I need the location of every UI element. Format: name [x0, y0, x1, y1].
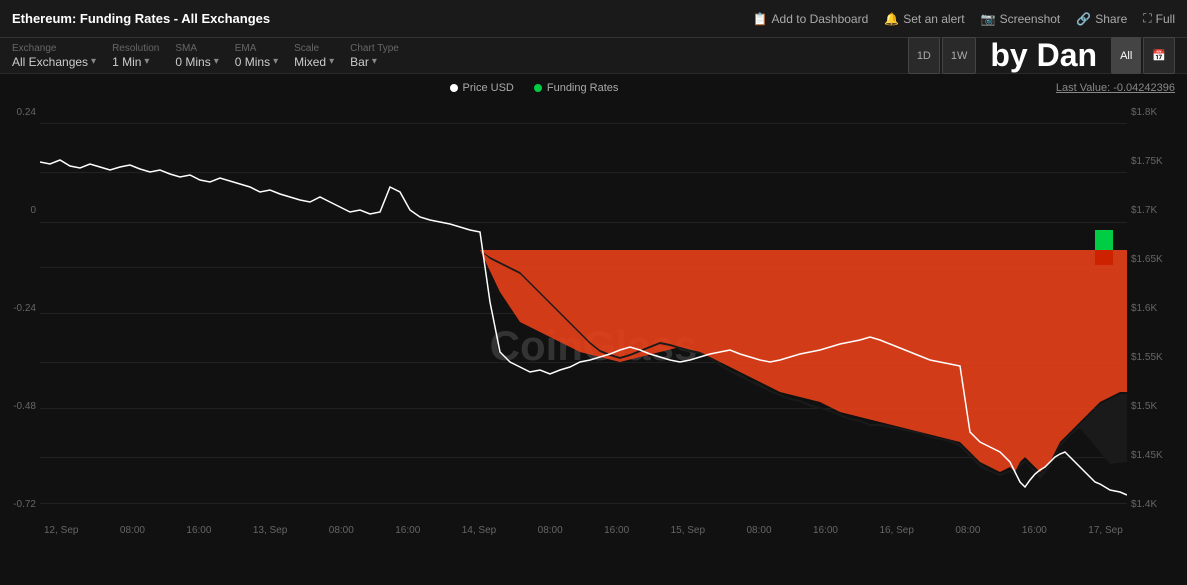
- page-title: Ethereum: Funding Rates - All Exchanges: [12, 11, 270, 26]
- share-button[interactable]: 🔗 Share: [1076, 12, 1127, 26]
- camera-icon: 📷: [981, 12, 996, 26]
- chart-type-selector[interactable]: Chart Type Bar: [350, 43, 399, 69]
- x-label-13: 08:00: [955, 525, 980, 536]
- y-label-right-3: $1.7K: [1131, 205, 1157, 216]
- y-label-right-5: $1.6K: [1131, 303, 1157, 314]
- set-alert-button[interactable]: 🔔 Set an alert: [884, 12, 964, 26]
- y-label-right-6: $1.55K: [1131, 352, 1163, 363]
- scale-dropdown[interactable]: Mixed: [294, 55, 334, 69]
- fullscreen-icon: ⛶: [1143, 11, 1151, 26]
- legend-bar: Price USD Funding Rates Last Value: -0.0…: [0, 74, 1187, 102]
- toolbar: Exchange All Exchanges Resolution 1 Min …: [0, 38, 1187, 74]
- exchange-selector[interactable]: Exchange All Exchanges: [12, 43, 96, 69]
- y-label-left-2: 0: [30, 205, 36, 216]
- x-label-0: 12, Sep: [44, 525, 78, 536]
- x-label-15: 17, Sep: [1088, 525, 1122, 536]
- chart-container: CoinGlass 0.24 0 -0.24 -0.48 -0.72 $1.8K…: [0, 102, 1187, 545]
- x-label-14: 16:00: [1022, 525, 1047, 536]
- y-label-right-8: $1.45K: [1131, 450, 1163, 461]
- add-to-dashboard-button[interactable]: 📋 Add to Dashboard: [753, 12, 869, 26]
- y-label-left-4: -0.48: [13, 401, 36, 412]
- legend-funding-rates: Funding Rates: [534, 82, 619, 94]
- y-label-left-1: 0.24: [17, 107, 36, 118]
- ema-dropdown[interactable]: 0 Mins: [235, 55, 278, 69]
- funding-rates-dot: [534, 84, 542, 92]
- share-icon: 🔗: [1076, 12, 1091, 26]
- red-bar-right: [1095, 250, 1113, 265]
- sma-selector[interactable]: SMA 0 Mins: [175, 43, 218, 69]
- y-label-right-2: $1.75K: [1131, 156, 1163, 167]
- exchange-dropdown[interactable]: All Exchanges: [12, 55, 96, 69]
- x-label-10: 08:00: [747, 525, 772, 536]
- calendar-button[interactable]: 📅: [1143, 37, 1175, 74]
- y-axis-left: 0.24 0 -0.24 -0.48 -0.72: [0, 102, 40, 515]
- resolution-dropdown[interactable]: 1 Min: [112, 55, 159, 69]
- by-dan-label: by Dan: [978, 37, 1109, 74]
- time-1d-button[interactable]: 1D: [908, 37, 940, 74]
- legend-items: Price USD Funding Rates: [450, 82, 619, 94]
- funding-rate-area-negative: [40, 247, 1127, 472]
- sma-dropdown[interactable]: 0 Mins: [175, 55, 218, 69]
- y-label-left-5: -0.72: [13, 499, 36, 510]
- x-label-7: 08:00: [538, 525, 563, 536]
- screenshot-button[interactable]: 📷 Screenshot: [981, 12, 1061, 26]
- x-label-1: 08:00: [120, 525, 145, 536]
- header-actions: 📋 Add to Dashboard 🔔 Set an alert 📷 Scre…: [753, 11, 1175, 26]
- time-1w-button[interactable]: 1W: [942, 37, 977, 74]
- x-label-2: 16:00: [186, 525, 211, 536]
- y-axis-right: $1.8K $1.75K $1.7K $1.65K $1.6K $1.55K $…: [1127, 102, 1187, 515]
- x-label-12: 16, Sep: [879, 525, 913, 536]
- x-label-6: 14, Sep: [462, 525, 496, 536]
- time-all-button[interactable]: All: [1111, 37, 1141, 74]
- chart-svg: [40, 102, 1127, 515]
- last-value-label[interactable]: Last Value: -0.04242396: [1056, 82, 1175, 94]
- x-label-3: 13, Sep: [253, 525, 287, 536]
- y-label-left-3: -0.24: [13, 303, 36, 314]
- resolution-selector[interactable]: Resolution 1 Min: [112, 43, 159, 69]
- legend-price-usd: Price USD: [450, 82, 514, 94]
- full-button[interactable]: ⛶ Full: [1143, 11, 1175, 26]
- x-label-8: 16:00: [604, 525, 629, 536]
- ema-selector[interactable]: EMA 0 Mins: [235, 43, 278, 69]
- alert-icon: 🔔: [884, 12, 899, 26]
- y-label-right-4: $1.65K: [1131, 254, 1163, 265]
- y-label-right-1: $1.8K: [1131, 107, 1157, 118]
- y-label-right-7: $1.5K: [1131, 401, 1157, 412]
- x-axis: 12, Sep 08:00 16:00 13, Sep 08:00 16:00 …: [40, 515, 1127, 545]
- x-label-11: 16:00: [813, 525, 838, 536]
- x-label-9: 15, Sep: [671, 525, 705, 536]
- y-label-right-9: $1.4K: [1131, 499, 1157, 510]
- x-label-5: 16:00: [395, 525, 420, 536]
- header: Ethereum: Funding Rates - All Exchanges …: [0, 0, 1187, 38]
- chart-type-dropdown[interactable]: Bar: [350, 55, 399, 69]
- x-label-4: 08:00: [329, 525, 354, 536]
- green-bar: [1095, 230, 1113, 250]
- time-buttons: 1D 1W by Dan All 📅: [908, 37, 1175, 74]
- price-usd-dot: [450, 84, 458, 92]
- scale-selector[interactable]: Scale Mixed: [294, 43, 334, 69]
- dashboard-icon: 📋: [753, 12, 768, 26]
